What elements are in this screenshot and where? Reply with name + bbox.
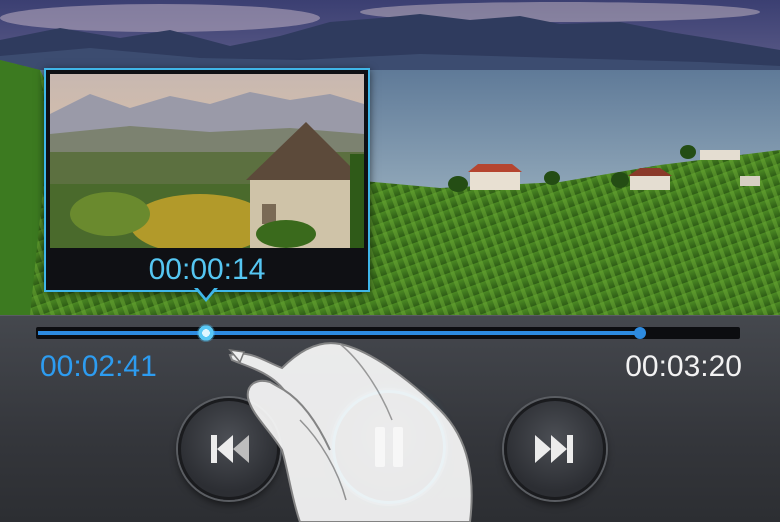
pause-button-highlight: [332, 390, 446, 504]
preview-timestamp: 00:00:14: [148, 253, 266, 286]
total-time: 00:03:20: [625, 350, 742, 383]
seek-progress-end: [634, 327, 646, 339]
seek-progress: [38, 331, 640, 335]
previous-button[interactable]: [178, 398, 280, 500]
preview-pointer-inner: [197, 287, 215, 298]
next-button[interactable]: [504, 398, 606, 500]
seek-preview-popup: 00:00:14: [44, 68, 370, 292]
skip-next-icon: [535, 435, 573, 463]
preview-thumbnail: [50, 74, 364, 248]
current-time: 00:02:41: [40, 350, 157, 383]
skip-previous-icon: [211, 435, 249, 463]
video-player: 00:00:14 00:02:41 00:03:20: [0, 0, 780, 522]
seek-thumb[interactable]: [197, 324, 215, 342]
